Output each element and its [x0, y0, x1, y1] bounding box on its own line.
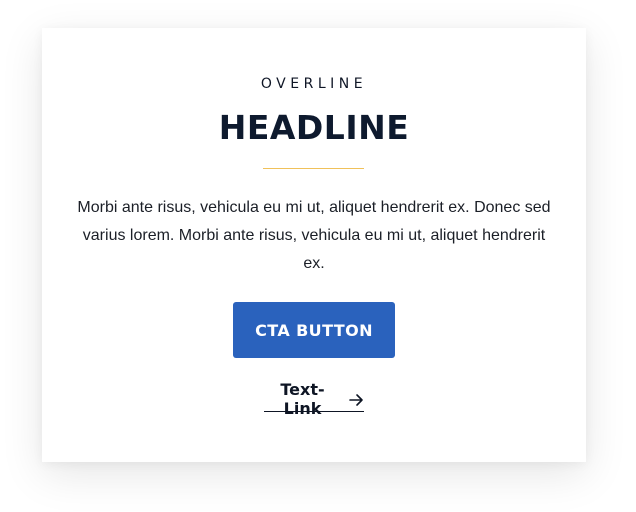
accent-divider: [263, 168, 364, 169]
overline-text: OVERLINE: [260, 76, 368, 92]
cta-button[interactable]: CTA BUTTON: [233, 302, 395, 358]
body-paragraph: Morbi ante risus, vehicula eu mi ut, ali…: [77, 199, 551, 272]
text-link-label: Text-Link: [280, 379, 325, 418]
text-link[interactable]: Text-Link: [264, 380, 364, 418]
headline-title: HEADLINE: [218, 108, 410, 147]
content-card: OVERLINE HEADLINE Morbi ante risus, vehi…: [42, 28, 586, 462]
cta-button-label: CTA BUTTON: [255, 320, 373, 340]
arrow-right-icon: [349, 392, 364, 406]
